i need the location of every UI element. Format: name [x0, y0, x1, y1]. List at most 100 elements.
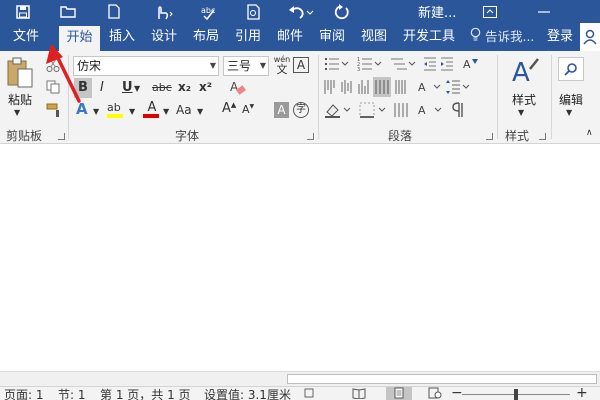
save-icon[interactable] — [14, 0, 32, 23]
search-icon[interactable] — [558, 57, 584, 81]
tab-insert[interactable]: 插入 — [104, 23, 140, 51]
minimize-icon[interactable] — [532, 0, 556, 23]
zoom-out-button[interactable]: − — [451, 386, 463, 400]
editing-dropdown-icon[interactable]: ▼ — [566, 109, 572, 117]
undo-icon[interactable] — [286, 0, 316, 23]
tab-view[interactable]: 视图 — [356, 23, 392, 51]
zoom-slider-thumb[interactable] — [514, 389, 518, 400]
text-effects-dropdown-icon[interactable]: ▼ — [93, 108, 99, 116]
status-setting[interactable]: 设置值: 3.1厘米 — [204, 387, 291, 400]
status-page[interactable]: 页面: 1 — [4, 387, 44, 400]
chinese-layout-icon[interactable]: A — [462, 56, 480, 74]
char-shading-button[interactable]: A — [274, 102, 289, 118]
sort-icon[interactable]: A — [418, 102, 442, 120]
format-painter-icon[interactable] — [46, 102, 62, 120]
print-layout-icon[interactable] — [386, 387, 412, 400]
strikethrough-button[interactable]: abc — [152, 82, 172, 93]
align-left-icon[interactable] — [324, 79, 338, 97]
bullets-icon[interactable] — [324, 56, 350, 74]
change-case-button[interactable]: Aa — [176, 104, 192, 116]
read-mode-icon[interactable] — [352, 387, 366, 400]
enclose-characters-button[interactable]: 字 — [293, 102, 309, 118]
underline-button[interactable]: U — [122, 81, 133, 94]
highlight-button[interactable]: ab — [107, 101, 129, 118]
new-doc-icon[interactable] — [106, 0, 122, 23]
font-size-combo[interactable]: 三号 ▼ — [223, 56, 269, 76]
login-link[interactable]: 登录 — [547, 23, 573, 51]
decrease-indent-icon[interactable] — [423, 56, 437, 74]
editing-button-label[interactable]: 编辑 — [559, 91, 583, 108]
horizontal-scrollbar[interactable] — [0, 371, 600, 386]
subscript-button[interactable]: x₂ — [178, 81, 191, 93]
redo-icon[interactable] — [332, 0, 352, 23]
tab-design[interactable]: 设计 — [146, 23, 182, 51]
tab-references[interactable]: 引用 — [230, 23, 266, 51]
increase-indent-icon[interactable] — [440, 56, 454, 74]
font-color-dropdown-icon[interactable]: ▼ — [163, 108, 169, 116]
text-direction-icon[interactable]: A — [417, 79, 441, 97]
web-layout-icon[interactable] — [428, 387, 442, 400]
ribbon-options-icon[interactable] — [480, 0, 500, 23]
paste-button-label[interactable]: 粘贴 — [8, 91, 32, 108]
shrink-font-button[interactable]: A▼ — [242, 104, 254, 116]
italic-button[interactable]: I — [100, 81, 104, 94]
spell-check-icon[interactable]: abc — [198, 0, 218, 23]
borders-icon[interactable] — [359, 102, 389, 120]
styles-dialog-launcher[interactable] — [539, 133, 546, 140]
share-user-icon[interactable] — [580, 23, 600, 51]
paste-dropdown-icon[interactable]: ▼ — [14, 109, 20, 117]
proofing-icon[interactable] — [304, 387, 316, 400]
char-border-icon-top[interactable]: A — [293, 57, 309, 73]
tab-developer[interactable]: 开发工具 — [398, 23, 460, 51]
underline-dropdown-icon[interactable]: ▼ — [134, 85, 140, 93]
print-preview-icon[interactable] — [244, 0, 264, 23]
tab-file[interactable]: 文件 — [6, 23, 46, 51]
justify-icon[interactable] — [373, 77, 391, 97]
change-case-dropdown-icon[interactable]: ▼ — [197, 108, 203, 116]
grow-font-button[interactable]: A▲ — [222, 102, 236, 116]
paragraph-dialog-launcher[interactable] — [486, 133, 493, 140]
touch-mode-icon[interactable] — [150, 0, 176, 23]
zoom-in-button[interactable]: + — [576, 386, 588, 400]
font-name-combo[interactable]: 仿宋 ▼ — [73, 56, 219, 76]
tab-home[interactable]: 开始 — [59, 26, 100, 51]
document-canvas[interactable] — [0, 145, 600, 371]
cut-icon[interactable] — [46, 57, 60, 75]
font-dialog-launcher[interactable] — [307, 133, 314, 140]
styles-dropdown-icon[interactable]: ▼ — [518, 109, 524, 117]
paragraph-group-label: 段落 — [388, 129, 413, 143]
clear-formatting-icon[interactable]: A — [229, 80, 247, 98]
styles-button-label[interactable]: 样式 — [512, 91, 536, 108]
status-section[interactable]: 节: 1 — [58, 387, 86, 400]
text-effects-button[interactable]: A — [76, 102, 88, 117]
tab-layout[interactable]: 布局 — [188, 23, 224, 51]
font-color-button[interactable]: A — [143, 101, 161, 118]
tab-mailings[interactable]: 邮件 — [272, 23, 308, 51]
multilevel-list-icon[interactable] — [390, 56, 416, 74]
asian-layout-icon[interactable] — [394, 102, 414, 120]
bold-button[interactable]: B — [74, 78, 92, 98]
distributed-icon[interactable] — [395, 79, 409, 97]
align-right-icon[interactable] — [358, 79, 372, 97]
numbering-icon[interactable]: 123 — [357, 56, 383, 74]
clipboard-dialog-launcher[interactable] — [58, 133, 65, 140]
line-spacing-icon[interactable] — [446, 79, 470, 97]
phonetic-guide-icon[interactable]: wén 文 — [273, 56, 291, 76]
copy-icon[interactable] — [46, 80, 60, 96]
paste-icon[interactable] — [6, 57, 34, 91]
zoom-slider[interactable] — [462, 387, 570, 400]
styles-gallery-icon[interactable]: A — [510, 55, 540, 89]
status-page-of[interactable]: 第 1 页，共 1 页 — [100, 387, 191, 400]
scrollbar-thumb[interactable] — [287, 374, 597, 384]
show-marks-icon[interactable] — [452, 102, 466, 120]
collapse-ribbon-icon[interactable]: ∧ — [586, 129, 593, 138]
open-folder-icon[interactable] — [58, 0, 78, 23]
tab-review[interactable]: 审阅 — [314, 23, 350, 51]
tell-me-search[interactable]: 告诉我... — [470, 23, 534, 51]
styles-group-label: 样式 — [505, 129, 530, 143]
shading-icon[interactable] — [324, 102, 354, 120]
ribbon-home: 粘贴 ▼ 剪贴板 仿宋 ▼ 三号 ▼ wén 文 A B I U ▼ abc x… — [0, 51, 600, 144]
align-center-icon[interactable] — [341, 79, 355, 97]
highlight-dropdown-icon[interactable]: ▼ — [129, 108, 135, 116]
superscript-button[interactable]: x² — [199, 81, 212, 93]
